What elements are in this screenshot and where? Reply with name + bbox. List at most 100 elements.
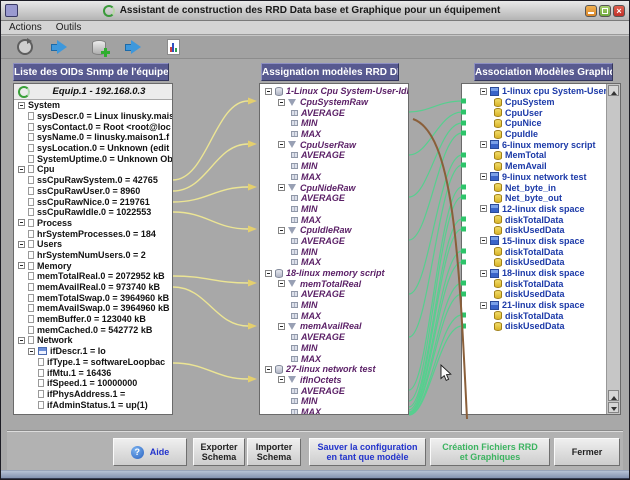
tree-row[interactable]: ssCpuRawNice.0 = 219761: [14, 196, 172, 207]
tree-row[interactable]: MIN: [260, 396, 408, 407]
collapse-toggle-icon[interactable]: [28, 347, 35, 355]
tree-row[interactable]: MAX: [260, 172, 408, 183]
create-rrd-files-button[interactable]: Création Fichiers RRD et Graphiques: [430, 438, 550, 466]
tree-row[interactable]: memAvailSwap.0 = 3964960 kB: [14, 303, 172, 314]
tree-row[interactable]: MIN: [260, 246, 408, 257]
tree-row[interactable]: ifMtu.1 = 16436: [14, 367, 172, 378]
tree-row[interactable]: memTotalSwap.0 = 3964960 kB: [14, 292, 172, 303]
collapse-toggle-icon[interactable]: [278, 322, 285, 330]
tree-row[interactable]: ifPhysAddress.1 =: [14, 389, 172, 400]
collapse-toggle-icon[interactable]: [278, 376, 285, 384]
tree-row[interactable]: CpuUserRaw: [260, 139, 408, 150]
save-as-model-button[interactable]: Sauver la configuration en tant que modè…: [309, 438, 426, 466]
import-schema-button[interactable]: Importer Schema: [247, 438, 301, 466]
tree-row[interactable]: sysLocation.0 = Unknown (edit: [14, 143, 172, 154]
tree-row[interactable]: ifSpeed.1 = 10000000: [14, 378, 172, 389]
tree-row[interactable]: hrSystemNumUsers.0 = 2: [14, 250, 172, 261]
tree-row[interactable]: CpuIdle: [462, 129, 606, 140]
maximize-button[interactable]: [599, 4, 611, 17]
tree-row[interactable]: AVERAGE: [260, 193, 408, 204]
tree-row[interactable]: 18-linux memory script: [260, 268, 408, 279]
tree-row[interactable]: hrSystemProcesses.0 = 184: [14, 228, 172, 239]
aide-button[interactable]: Aide: [113, 438, 187, 466]
tree-row[interactable]: Net_byte_out: [462, 193, 606, 204]
tree-row[interactable]: ifType.1 = softwareLoopbac: [14, 357, 172, 368]
tree-row[interactable]: AVERAGE: [260, 107, 408, 118]
tree-row[interactable]: MAX: [260, 257, 408, 268]
tree-row[interactable]: diskTotalData: [462, 278, 606, 289]
tree-row[interactable]: Network: [14, 335, 172, 346]
collapse-toggle-icon[interactable]: [18, 165, 25, 173]
collapse-toggle-icon[interactable]: [480, 237, 487, 245]
tree-row[interactable]: 15-linux disk space: [462, 236, 606, 247]
tree-row[interactable]: memAvailReal: [260, 321, 408, 332]
tree-row[interactable]: SystemUptime.0 = Unknown Ob: [14, 153, 172, 164]
tree-row[interactable]: MIN: [260, 118, 408, 129]
tree-row[interactable]: System: [14, 100, 172, 111]
minimize-button[interactable]: [585, 4, 597, 17]
collapse-toggle-icon[interactable]: [480, 269, 487, 277]
tree-row[interactable]: memBuffer.0 = 123040 kB: [14, 314, 172, 325]
tree-row[interactable]: CpuSystemRaw: [260, 97, 408, 108]
tree-row[interactable]: diskUsedData: [462, 225, 606, 236]
tree-row[interactable]: sysContact.0 = Root <root@loc: [14, 121, 172, 132]
tree-row[interactable]: MAX: [260, 129, 408, 140]
scroll-up-button[interactable]: [608, 390, 619, 401]
tree-row[interactable]: MIN: [260, 161, 408, 172]
tree-row[interactable]: AVERAGE: [260, 332, 408, 343]
tree-row[interactable]: ssCpuRawUser.0 = 8960: [14, 186, 172, 197]
tree-row[interactable]: 9-linux network test: [462, 172, 606, 183]
snmp-walk-button[interactable]: [13, 38, 37, 56]
tree-row[interactable]: ifInOctets: [260, 375, 408, 386]
tree-row[interactable]: 6-linux memory script: [462, 139, 606, 150]
tree-row[interactable]: ifAdminStatus.1 = up(1): [14, 399, 172, 410]
tree-row[interactable]: diskUsedData: [462, 321, 606, 332]
collapse-toggle-icon[interactable]: [265, 87, 272, 95]
tree-row[interactable]: memTotalReal.0 = 2072952 kB: [14, 271, 172, 282]
tree-row[interactable]: ifDescr.1 = lo: [14, 346, 172, 357]
tree-row[interactable]: CpuUser: [462, 107, 606, 118]
tree-row[interactable]: diskTotalData: [462, 310, 606, 321]
tree-row[interactable]: Memory: [14, 260, 172, 271]
tree-row[interactable]: diskTotalData: [462, 214, 606, 225]
scroll-up-button[interactable]: [608, 85, 619, 96]
collapse-toggle-icon[interactable]: [278, 184, 285, 192]
tree-row[interactable]: MAX: [260, 407, 408, 414]
tree-row[interactable]: MAX: [260, 353, 408, 364]
menu-outils[interactable]: Outils: [56, 22, 82, 33]
collapse-toggle-icon[interactable]: [480, 87, 487, 95]
collapse-toggle-icon[interactable]: [278, 280, 285, 288]
tree-row[interactable]: diskUsedData: [462, 289, 606, 300]
tree-row[interactable]: CpuIdleRaw: [260, 225, 408, 236]
close-window-button[interactable]: ×: [613, 4, 625, 17]
collapse-toggle-icon[interactable]: [480, 301, 487, 309]
tree-row[interactable]: MemAvail: [462, 161, 606, 172]
tree-row[interactable]: Cpu: [14, 164, 172, 175]
collapse-toggle-icon[interactable]: [480, 205, 487, 213]
tree-row[interactable]: AVERAGE: [260, 236, 408, 247]
collapse-toggle-icon[interactable]: [265, 365, 272, 373]
tree-row[interactable]: sysDescr.0 = Linux linusky.mais: [14, 111, 172, 122]
tree-row[interactable]: diskUsedData: [462, 257, 606, 268]
tree-row[interactable]: Net_byte_in: [462, 182, 606, 193]
tree-row[interactable]: memAvailReal.0 = 973740 kB: [14, 282, 172, 293]
menu-actions[interactable]: Actions: [9, 22, 42, 33]
tree-row[interactable]: ssCpuRawSystem.0 = 42765: [14, 175, 172, 186]
tree-row[interactable]: MAX: [260, 310, 408, 321]
tree-row[interactable]: Process: [14, 218, 172, 229]
tree-row[interactable]: sysName.0 = linusky.maison1.f: [14, 132, 172, 143]
title-bar[interactable]: Assistant de construction des RRD Data b…: [1, 1, 629, 21]
tree-row[interactable]: 12-linux disk space: [462, 204, 606, 215]
tree-row[interactable]: MIN: [260, 204, 408, 215]
collapse-toggle-icon[interactable]: [18, 240, 25, 248]
graph-report-button[interactable]: [161, 38, 185, 56]
assign-graph-button[interactable]: [124, 38, 148, 56]
tree-row[interactable]: 18-linux disk space: [462, 268, 606, 279]
export-schema-button[interactable]: Exporter Schema: [193, 438, 245, 466]
collapse-toggle-icon[interactable]: [18, 336, 25, 344]
tree-row[interactable]: ssCpuRawIdle.0 = 1022553: [14, 207, 172, 218]
tree-row[interactable]: memCached.0 = 542772 kB: [14, 324, 172, 335]
assign-rrd-button[interactable]: [50, 38, 74, 56]
collapse-toggle-icon[interactable]: [480, 141, 487, 149]
tree-row[interactable]: MemTotal: [462, 150, 606, 161]
